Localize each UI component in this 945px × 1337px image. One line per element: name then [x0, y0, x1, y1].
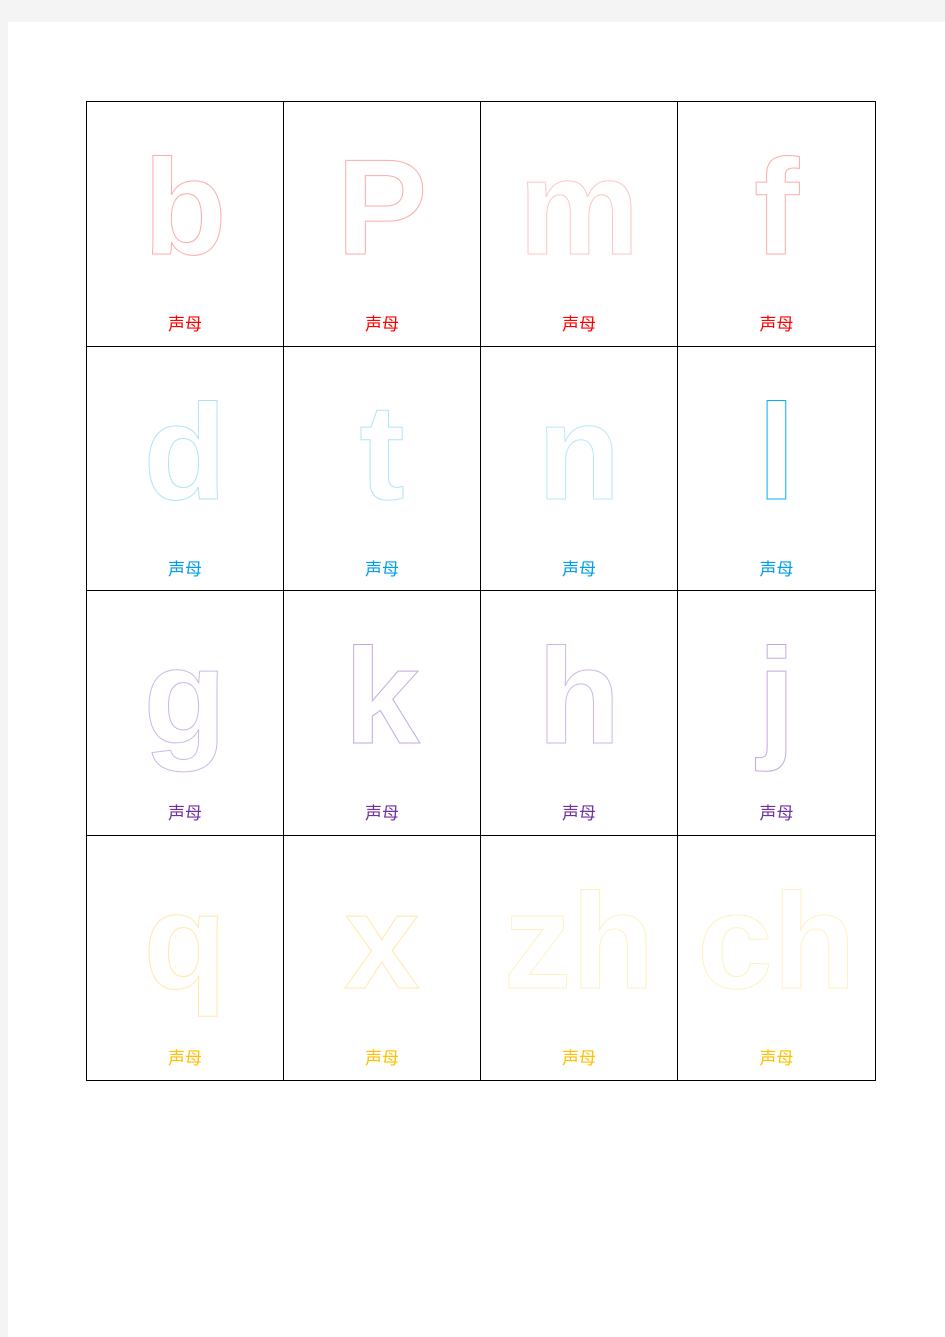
outline-letter: t: [359, 375, 405, 528]
outline-letter: l: [757, 375, 796, 528]
outline-letter: ch: [697, 864, 857, 1017]
card-P: P 声母: [284, 102, 481, 347]
card-l: l 声母: [678, 347, 875, 591]
card-label: 声母: [365, 559, 399, 580]
card-label: 声母: [562, 1048, 596, 1069]
card-f: f 声母: [678, 102, 875, 347]
outline-letter: zh: [503, 864, 655, 1017]
outline-letter: j: [757, 620, 796, 772]
card-q: q 声母: [87, 835, 284, 1080]
card-x: x 声母: [284, 835, 481, 1080]
card-g: g 声母: [87, 591, 284, 836]
outline-letter: n: [537, 375, 621, 528]
card-label: 声母: [759, 559, 794, 580]
card-label: 声母: [365, 1048, 399, 1069]
outline-letter: k: [344, 620, 421, 772]
card-m: m 声母: [481, 102, 678, 347]
card-b: b 声母: [87, 102, 284, 347]
card-label: 声母: [168, 559, 202, 580]
card-label: 声母: [365, 804, 399, 824]
card-j: j 声母: [678, 591, 875, 836]
card-label: 声母: [759, 315, 794, 335]
card-label: 声母: [562, 315, 596, 335]
outline-letter: g: [143, 620, 227, 772]
outline-letter: h: [537, 620, 621, 772]
card-d: d 声母: [87, 346, 284, 591]
outline-letter: x: [344, 864, 421, 1017]
card-h: h 声母: [481, 591, 678, 836]
card-t: t 声母: [284, 346, 481, 591]
card-k: k 声母: [284, 591, 481, 836]
document-page: b 声母 P 声母 m 声母 f 声母 d 声母 t 声母 n 声母 l 声母 g 声母 k 声母 h 声母 j 声母 q 声母 x…: [8, 22, 945, 1337]
outline-letter: f: [753, 131, 800, 283]
card-label: 声母: [759, 1048, 794, 1069]
outline-letter: P: [336, 131, 428, 283]
card-label: 声母: [168, 804, 202, 824]
outline-letter: d: [143, 375, 227, 528]
outline-letter: q: [143, 864, 227, 1017]
card-label: 声母: [562, 804, 596, 824]
card-label: 声母: [562, 559, 596, 580]
card-grid: b 声母 P 声母 m 声母 f 声母 d 声母 t 声母 n 声母 l 声母 g 声母 k 声母 h 声母 j 声母 q 声母 x…: [86, 101, 876, 1081]
card-label: 声母: [168, 1048, 202, 1069]
card-label: 声母: [365, 315, 399, 335]
outline-letter: m: [518, 131, 640, 283]
card-ch: ch 声母: [678, 836, 875, 1081]
outline-letter: b: [143, 131, 227, 283]
card-zh: zh 声母: [481, 835, 678, 1080]
card-n: n 声母: [481, 346, 678, 591]
card-label: 声母: [759, 804, 794, 824]
card-label: 声母: [168, 315, 202, 335]
